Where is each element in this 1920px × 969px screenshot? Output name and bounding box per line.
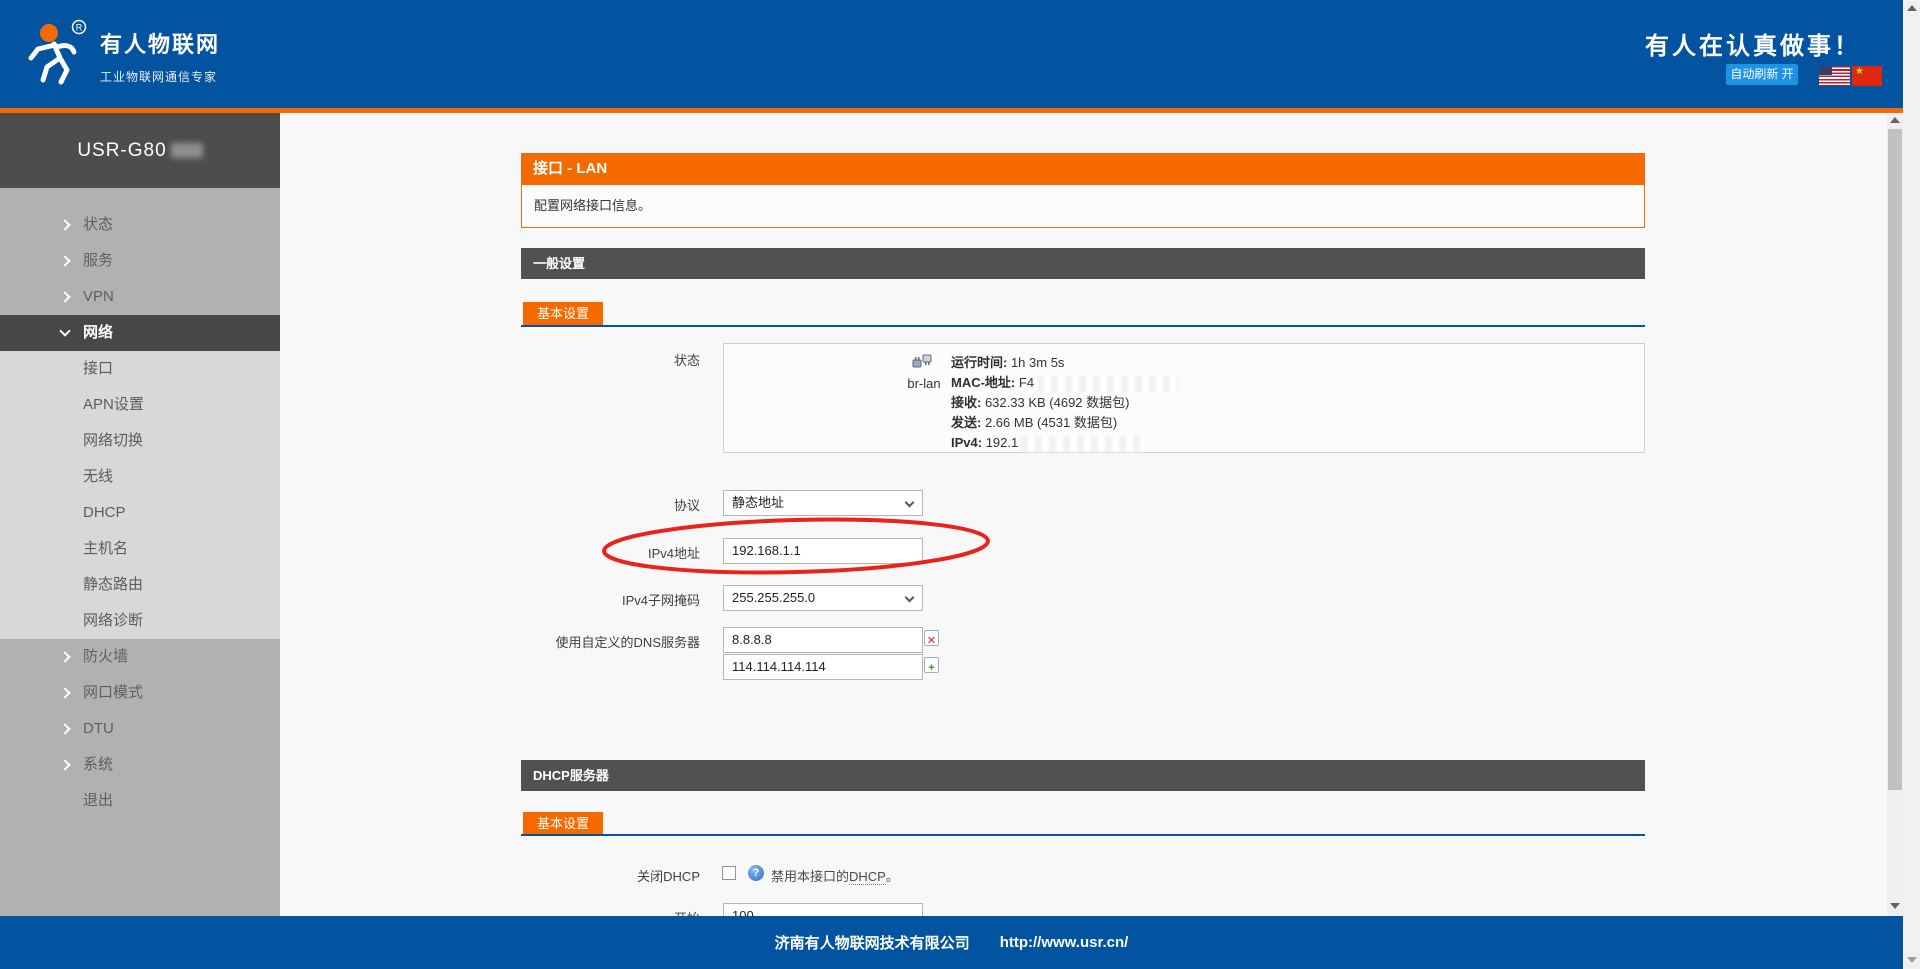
dns-input-2[interactable]: 114.114.114.114 (723, 654, 923, 680)
content-scrollbar[interactable] (1887, 113, 1903, 916)
sidebar-subitem-wireless[interactable]: 无线 (0, 459, 280, 495)
scroll-up-icon[interactable] (1907, 5, 1917, 11)
auto-refresh-toggle[interactable]: 自动刷新 开 (1726, 64, 1798, 85)
status-label: 状态 (521, 350, 700, 369)
dhcp-start-input[interactable]: 100 (723, 903, 923, 916)
chevron-right-icon (59, 291, 70, 302)
page-title: 接口 - LAN (521, 153, 1645, 184)
page-scrollbar[interactable] (1903, 0, 1920, 969)
content-scrollbar-thumb[interactable] (1888, 129, 1902, 790)
censored-mac (1037, 376, 1179, 392)
disable-dhcp-label: 关闭DHCP (521, 866, 700, 885)
select-chevron-icon (905, 498, 915, 508)
main-area: 接口 - LAN 配置网络接口信息。 一般设置 基本设置 状态 br-lan 运… (280, 113, 1887, 916)
status-line-tx: 发送: 2.66 MB (4531 数据包) (951, 413, 1179, 433)
sidebar-subitem-static-routes[interactable]: 静态路由 (0, 567, 280, 603)
tab-dhcp-basic-settings[interactable]: 基本设置 (523, 812, 603, 835)
dns-add-button[interactable]: + (924, 657, 939, 673)
sidebar-item-system[interactable]: 系统 (0, 747, 280, 783)
interface-status-box: br-lan 运行时间: 1h 3m 5s MAC-地址: F4 接收: 632… (723, 343, 1645, 453)
censored-model-suffix (171, 143, 203, 158)
tab-underline (521, 834, 1645, 836)
ipv4-label: IPv4地址 (521, 543, 700, 562)
header-slogan: 有人在认真做事！ (1645, 26, 1861, 61)
language-flag-cn[interactable]: ★ (1852, 66, 1882, 86)
scroll-down-icon[interactable] (1907, 957, 1917, 963)
sidebar-subitem-diagnostics[interactable]: 网络诊断 (0, 603, 280, 639)
tab-underline (521, 325, 1645, 327)
footer-company: 济南有人物联网技术有限公司 (775, 932, 970, 953)
chevron-right-icon (59, 651, 70, 662)
brand-block: 有人物联网 工业物联网通信专家 (100, 27, 220, 85)
chevron-right-icon (59, 255, 70, 266)
dns-label: 使用自定义的DNS服务器 (521, 632, 700, 651)
protocol-label: 协议 (521, 495, 700, 514)
cn-flag-star: ★ (1855, 67, 1864, 77)
section-general-settings: 一般设置 (521, 248, 1645, 279)
scroll-up-icon[interactable] (1890, 117, 1900, 123)
netmask-label: IPv4子网掩码 (521, 590, 700, 609)
ipv4-input[interactable]: 192.168.1.1 (723, 538, 923, 564)
sidebar-item-port-mode[interactable]: 网口模式 (0, 675, 280, 711)
brand-subtitle: 工业物联网通信专家 (100, 68, 220, 85)
sidebar-item-network[interactable]: 网络 (0, 315, 280, 351)
usr-logo-icon: R (22, 18, 90, 90)
device-model: USR-G80 (0, 113, 280, 188)
section-dhcp-server: DHCP服务器 (521, 760, 1645, 791)
help-icon[interactable]: ? (748, 865, 764, 881)
protocol-select[interactable]: 静态地址 (723, 490, 923, 516)
chevron-right-icon (59, 219, 70, 230)
sidebar-item-dtu[interactable]: DTU (0, 711, 280, 747)
chevron-right-icon (59, 759, 70, 770)
dhcp-start-label: 开始 (521, 908, 700, 916)
select-chevron-icon (905, 593, 915, 603)
scroll-down-icon[interactable] (1890, 903, 1900, 909)
footer-bar: 济南有人物联网技术有限公司 http://www.usr.cn/ (0, 916, 1903, 969)
status-line-uptime: 运行时间: 1h 3m 5s (951, 353, 1179, 373)
chevron-right-icon (59, 687, 70, 698)
sidebar-subitem-dhcp[interactable]: DHCP (0, 495, 280, 531)
brand-title: 有人物联网 (100, 27, 220, 59)
ethernet-icon (912, 353, 934, 371)
chevron-down-icon (59, 325, 70, 336)
chevron-right-icon (59, 723, 70, 734)
language-flag-us[interactable] (1819, 66, 1850, 86)
status-line-mac: MAC-地址: F4 (951, 373, 1179, 393)
sidebar-item-services[interactable]: 服务 (0, 243, 280, 279)
content-column: 接口 - LAN 配置网络接口信息。 一般设置 基本设置 状态 br-lan 运… (521, 113, 1645, 916)
netmask-select[interactable]: 255.255.255.0 (723, 585, 923, 611)
sidebar-nav: USR-G80 状态 服务 VPN 网络 接口 APN设置 网络切换 无线 DH… (0, 113, 280, 916)
dns-input-1[interactable]: 8.8.8.8 (723, 627, 923, 653)
dhcp-abbr: DHCP (849, 869, 886, 885)
sidebar-subitem-hostname[interactable]: 主机名 (0, 531, 280, 567)
disable-dhcp-checkbox[interactable] (722, 866, 736, 880)
footer-url-link[interactable]: http://www.usr.cn/ (1000, 934, 1129, 951)
interface-status-lines: 运行时间: 1h 3m 5s MAC-地址: F4 接收: 632.33 KB … (951, 353, 1179, 453)
status-line-rx: 接收: 632.33 KB (4692 数据包) (951, 393, 1179, 413)
disable-dhcp-hint: 禁用本接口的DHCP。 (771, 866, 899, 885)
sidebar-item-logout[interactable]: 退出 (0, 783, 280, 819)
censored-ipv4 (1021, 436, 1143, 452)
sidebar-item-firewall[interactable]: 防火墙 (0, 639, 280, 675)
registered-mark: R (76, 23, 83, 33)
sidebar-item-vpn[interactable]: VPN (0, 279, 280, 315)
status-line-ipv4: IPv4: 192.1 (951, 433, 1179, 453)
dns-delete-button[interactable]: ✕ (924, 630, 939, 646)
tab-basic-settings[interactable]: 基本设置 (523, 302, 603, 325)
sidebar-subitem-apn[interactable]: APN设置 (0, 387, 280, 423)
sidebar-subitem-network-switch[interactable]: 网络切换 (0, 423, 280, 459)
page-description: 配置网络接口信息。 (521, 184, 1645, 228)
top-header: R 有人物联网 工业物联网通信专家 有人在认真做事！ 自动刷新 开 ★ (0, 0, 1903, 108)
us-flag-canton (1819, 66, 1832, 75)
sidebar-item-status[interactable]: 状态 (0, 207, 280, 243)
sidebar-subitem-interfaces[interactable]: 接口 (0, 351, 280, 387)
